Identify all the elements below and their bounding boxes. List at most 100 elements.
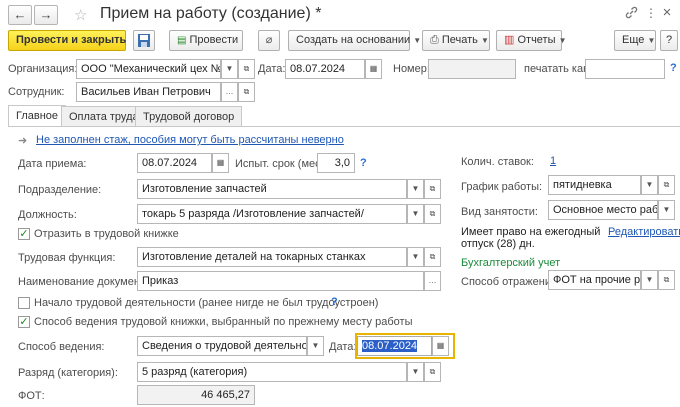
labor-function-dropdown-button[interactable]: ▼ — [407, 247, 424, 267]
reports-label: Отчеты — [517, 34, 556, 46]
hire-date-label: Дата приема: — [18, 158, 87, 170]
method-date-label: Дата: — [329, 341, 357, 353]
division-label: Подразделение: — [18, 184, 102, 196]
save-icon — [138, 34, 150, 47]
help-button[interactable]: ? — [660, 30, 678, 51]
labor-function-label: Трудовая функция: — [18, 252, 116, 264]
more-vertical-icon[interactable]: ⋮ — [644, 6, 658, 20]
dropdown-arrow-icon: ▼ — [413, 36, 422, 45]
method-date-calendar-icon[interactable]: ▦ — [432, 336, 449, 356]
print-as-field[interactable] — [585, 59, 665, 79]
hire-date-field[interactable]: 08.07.2024 — [137, 153, 212, 173]
help-icon[interactable]: ? — [331, 296, 338, 308]
organization-label: Организация: — [8, 63, 78, 75]
dropdown-arrow-icon: ▼ — [558, 36, 567, 45]
grade-dropdown-button[interactable]: ▼ — [407, 362, 424, 382]
help-icon[interactable]: ? — [670, 62, 677, 74]
tab-main[interactable]: Главное — [8, 105, 67, 127]
doc-name-select-button[interactable]: … — [424, 271, 441, 291]
print-label: Печать — [441, 34, 478, 46]
method-prev-label: Способ ведения трудовой книжки, выбранны… — [34, 316, 413, 328]
dropdown-arrow-icon: ▼ — [480, 36, 489, 45]
attach-button[interactable]: ⌀ — [258, 30, 280, 51]
tab-payment[interactable]: Оплата труда — [61, 106, 147, 127]
position-open-button[interactable]: ⧉ — [424, 204, 441, 224]
post-and-close-button[interactable]: Провести и закрыть — [8, 30, 126, 51]
position-dropdown-button[interactable]: ▼ — [407, 204, 424, 224]
method-dropdown-button[interactable]: ▼ — [307, 336, 324, 356]
paperclip-icon: ⌀ — [265, 34, 273, 46]
reflect-method-field[interactable]: ФОТ на прочие расх — [548, 270, 641, 290]
tab-contract[interactable]: Трудовой договор — [135, 106, 243, 127]
employee-open-button[interactable]: ⧉ — [238, 82, 255, 102]
reflect-book-checkbox[interactable]: ✓ — [18, 228, 30, 240]
save-button[interactable] — [133, 30, 155, 51]
employee-field[interactable]: Васильев Иван Петрович — [76, 82, 221, 102]
date-label: Дата: — [258, 63, 286, 75]
number-label: Номер: — [393, 63, 430, 75]
trial-label: Испыт. срок (мес): — [235, 158, 328, 170]
method-label: Способ ведения: — [18, 341, 105, 353]
reflect-method-dropdown-button[interactable]: ▼ — [641, 270, 658, 290]
method-date-field[interactable]: 08.07.2024 — [357, 336, 432, 356]
back-button[interactable]: ← — [8, 5, 32, 25]
schedule-dropdown-button[interactable]: ▼ — [641, 175, 658, 195]
vacation-edit-link[interactable]: Редактировать — [608, 226, 680, 238]
rates-link[interactable]: 1 — [550, 155, 556, 167]
reflect-method-open-button[interactable]: ⧉ — [658, 270, 675, 290]
organization-dropdown-button[interactable]: ▼ — [221, 59, 238, 79]
grade-field[interactable]: 5 разряд (категория) — [137, 362, 407, 382]
forward-button[interactable]: → — [34, 5, 58, 25]
rates-label: Колич. ставок: — [461, 156, 534, 168]
post-label: Провести — [189, 34, 239, 46]
organization-field[interactable]: ООО "Механический цех № 1" — [76, 59, 221, 79]
start-labor-checkbox[interactable] — [18, 297, 30, 309]
labor-function-open-button[interactable]: ⧉ — [424, 247, 441, 267]
number-field[interactable] — [428, 59, 516, 79]
warning-link[interactable]: Не заполнен стаж, пособия могут быть рас… — [36, 134, 344, 146]
doc-name-label: Наименование документа: — [18, 276, 155, 288]
method-prev-checkbox[interactable]: ✓ — [18, 316, 30, 328]
calendar-icon[interactable]: ▦ — [365, 59, 382, 79]
fot-field: 46 465,27 — [137, 385, 255, 405]
create-based-label: Создать на основании — [296, 34, 411, 46]
reflect-book-label: Отразить в трудовой книжке — [34, 228, 179, 240]
division-field[interactable]: Изготовление запчастей — [137, 179, 407, 199]
favorite-star-icon[interactable]: ☆ — [74, 6, 87, 24]
division-open-button[interactable]: ⧉ — [424, 179, 441, 199]
close-icon[interactable]: × — [660, 5, 674, 20]
reflect-method-label: Способ отражения: — [461, 276, 560, 288]
vacation-text-line2: отпуск (28) дн. — [461, 238, 535, 250]
trial-field[interactable]: 3,0 — [317, 153, 355, 173]
grade-open-button[interactable]: ⧉ — [424, 362, 441, 382]
help-icon[interactable]: ? — [360, 157, 367, 169]
grade-label: Разряд (категория): — [18, 367, 118, 379]
accounting-heading: Бухгалтерский учет — [461, 257, 561, 269]
post-icon: ▤ — [177, 35, 187, 46]
link-icon[interactable] — [624, 6, 638, 20]
schedule-open-button[interactable]: ⧉ — [658, 175, 675, 195]
doc-name-field[interactable]: Приказ — [137, 271, 424, 291]
division-dropdown-button[interactable]: ▼ — [407, 179, 424, 199]
employment-field[interactable]: Основное место работы — [548, 200, 658, 220]
post-button[interactable]: ▤ Провести — [169, 30, 243, 51]
position-label: Должность: — [18, 209, 77, 221]
create-based-button[interactable]: Создать на основании ▼ — [288, 30, 421, 51]
printer-icon: ⎙ — [430, 34, 439, 46]
labor-function-field[interactable]: Изготовление деталей на токарных станках — [137, 247, 407, 267]
print-as-label: печатать как: — [524, 63, 591, 75]
print-button[interactable]: ⎙ Печать ▼ — [422, 30, 490, 51]
vacation-text-line1: Имеет право на ежегодный — [461, 226, 601, 238]
more-button[interactable]: Еще ▼ — [614, 30, 656, 51]
reports-button[interactable]: ▥ Отчеты ▼ — [496, 30, 566, 51]
employment-dropdown-button[interactable]: ▼ — [658, 200, 675, 220]
employee-select-button[interactable]: … — [221, 82, 238, 102]
organization-open-button[interactable]: ⧉ — [238, 59, 255, 79]
hire-date-calendar-icon[interactable]: ▦ — [212, 153, 229, 173]
dropdown-arrow-icon: ▼ — [647, 36, 656, 45]
method-field[interactable]: Сведения о трудовой деятельности в — [137, 336, 307, 356]
schedule-field[interactable]: пятидневка — [548, 175, 641, 195]
employment-label: Вид занятости: — [461, 206, 538, 218]
date-field[interactable]: 08.07.2024 — [285, 59, 365, 79]
position-field[interactable]: токарь 5 разряда /Изготовление запчастей… — [137, 204, 407, 224]
